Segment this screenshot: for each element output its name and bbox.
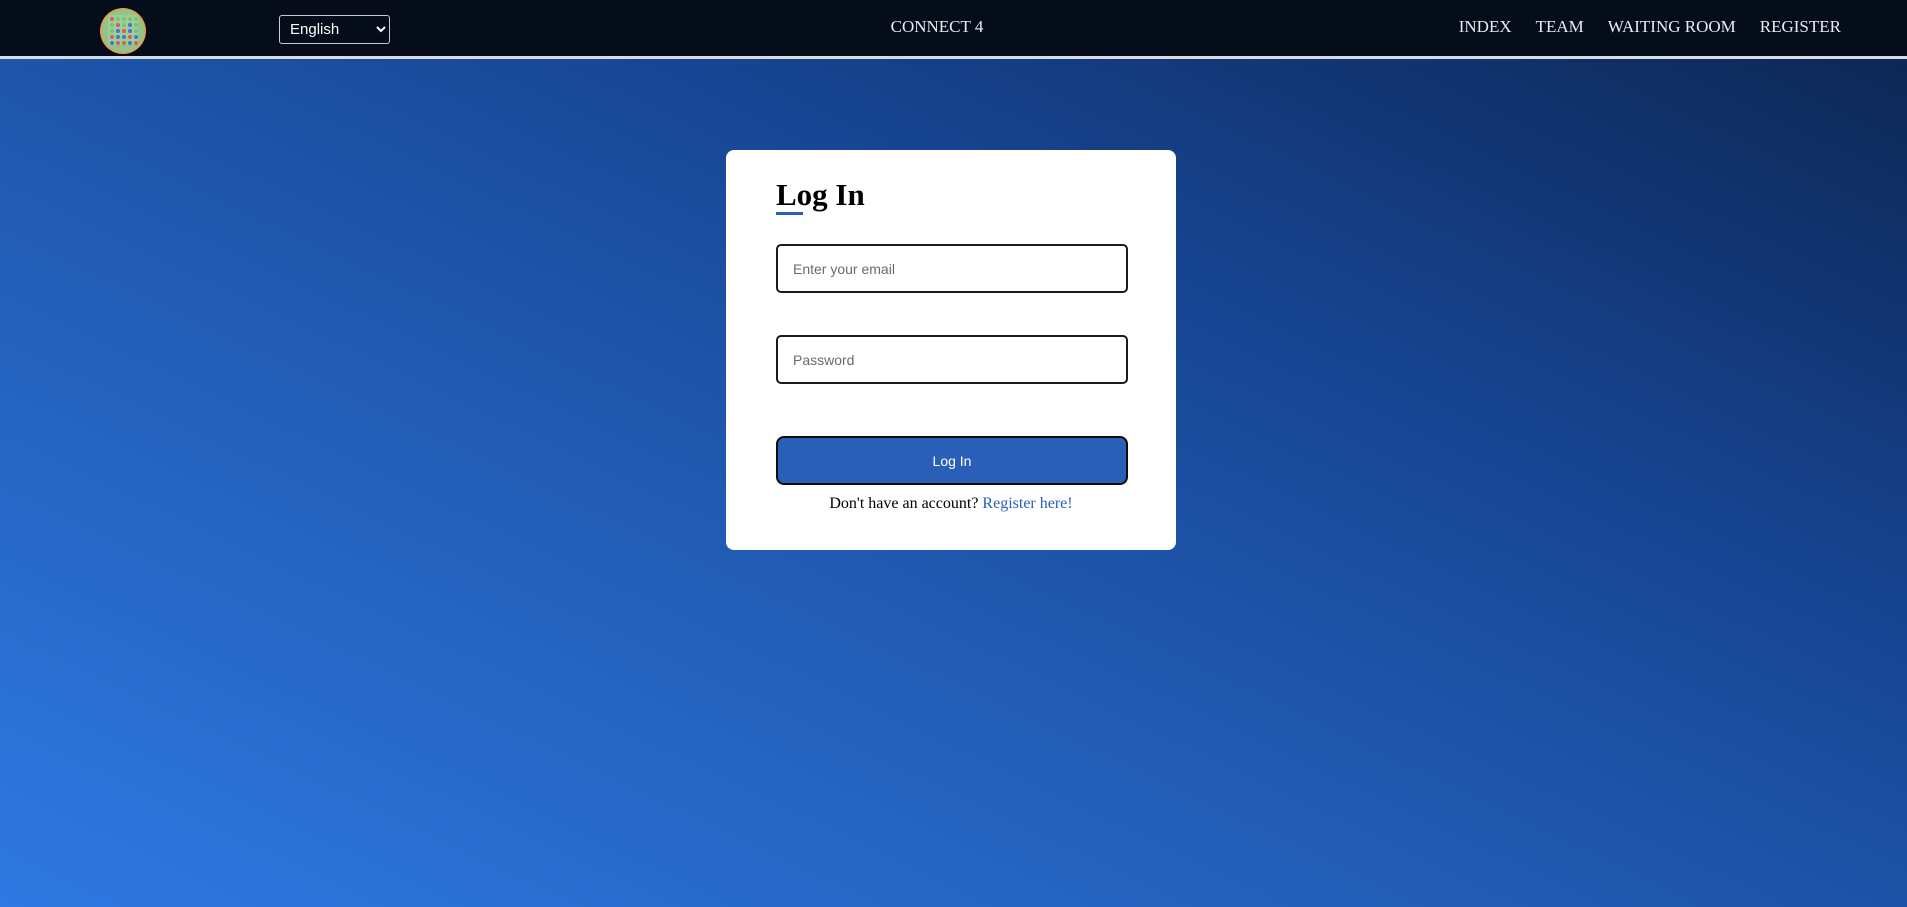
nav-link-register[interactable]: REGISTER bbox=[1760, 17, 1841, 37]
login-card: Log In Log In Don't have an account? Reg… bbox=[726, 150, 1176, 550]
email-field[interactable] bbox=[776, 244, 1128, 293]
top-navbar: English CONNECT 4 INDEX TEAM WAITING ROO… bbox=[0, 0, 1907, 59]
password-field[interactable] bbox=[776, 335, 1128, 384]
nav-link-team[interactable]: TEAM bbox=[1536, 17, 1584, 37]
no-account-text: Don't have an account? bbox=[829, 495, 979, 512]
signup-prompt: Don't have an account? Register here! bbox=[726, 495, 1176, 513]
nav-link-index[interactable]: INDEX bbox=[1459, 17, 1512, 37]
nav-links: INDEX TEAM WAITING ROOM REGISTER bbox=[1459, 17, 1841, 37]
register-link[interactable]: Register here! bbox=[982, 495, 1072, 512]
login-button[interactable]: Log In bbox=[776, 436, 1128, 485]
login-title: Log In bbox=[776, 177, 865, 212]
title-underline bbox=[776, 212, 803, 215]
nav-link-waiting-room[interactable]: WAITING ROOM bbox=[1608, 17, 1736, 37]
